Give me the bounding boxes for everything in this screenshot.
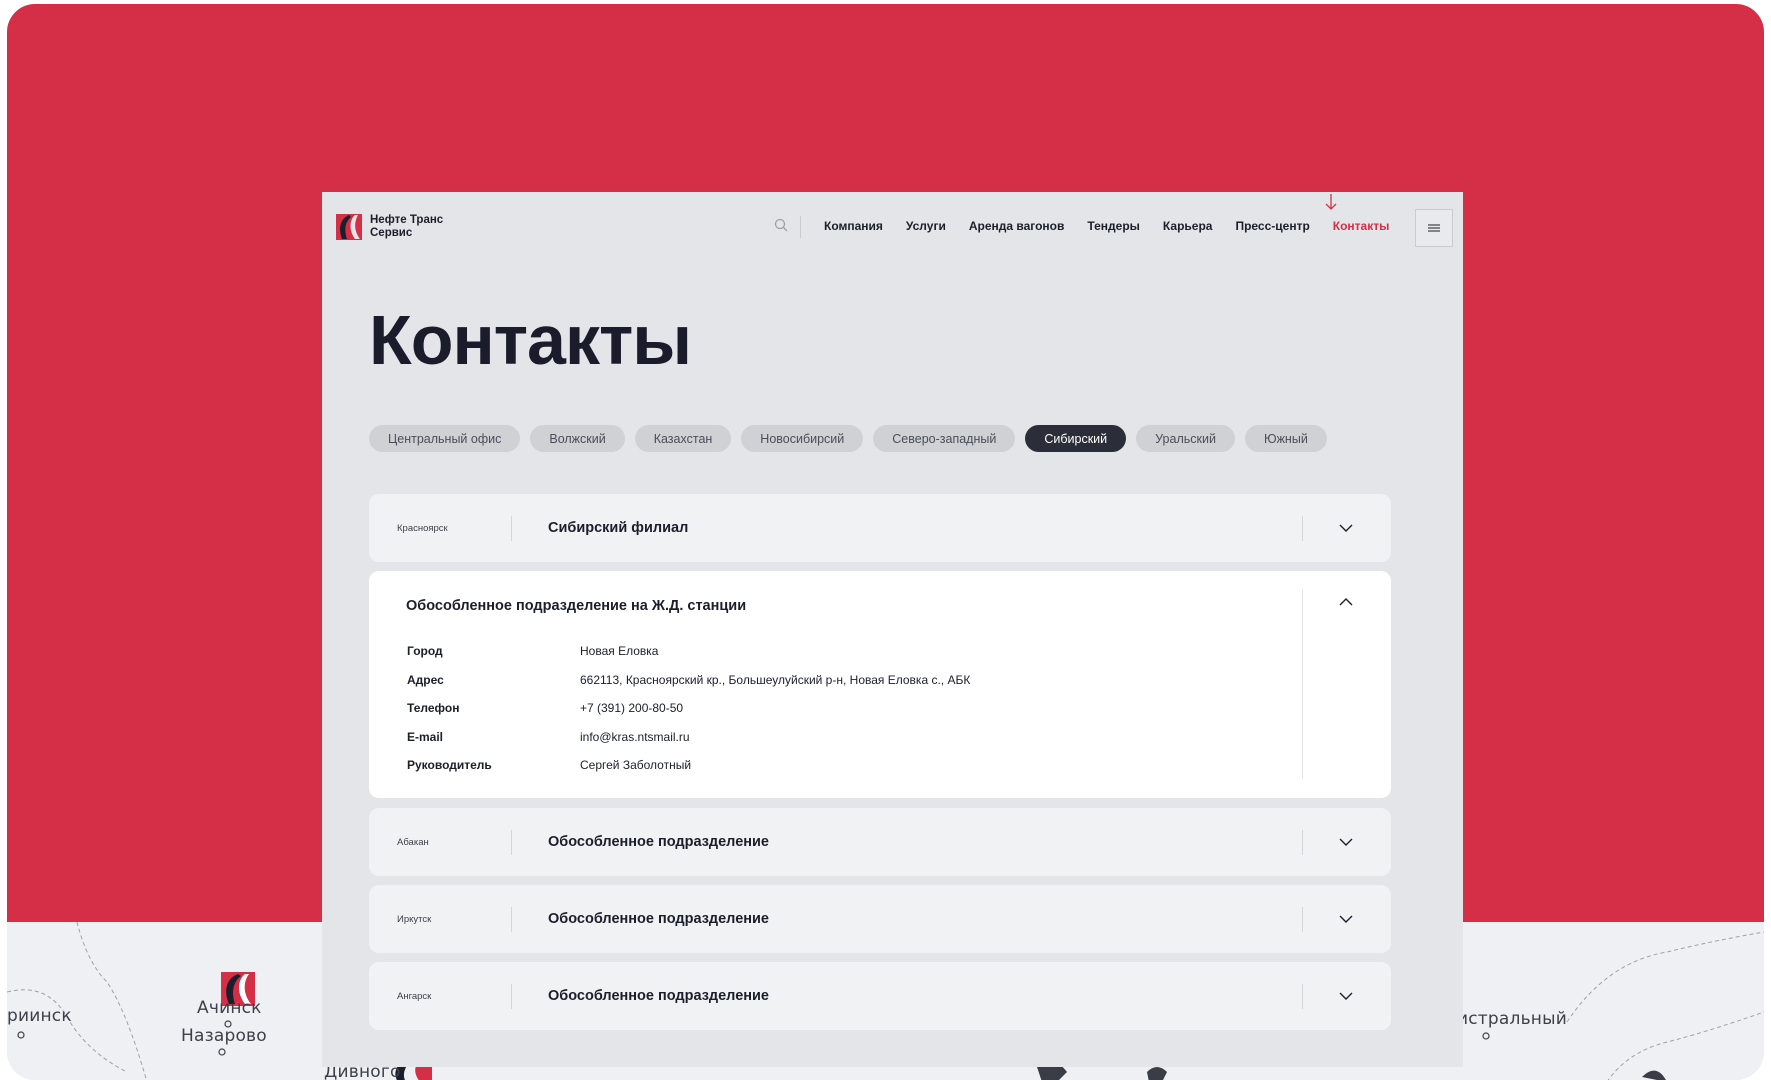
logo-icon — [336, 214, 362, 240]
chevron-down-icon[interactable] — [1338, 911, 1354, 927]
branch-city: Ангарск — [397, 990, 432, 1002]
divider — [1302, 830, 1303, 855]
map-label: Назарово — [181, 1026, 267, 1046]
divider — [511, 984, 512, 1009]
website-page: Нефте Транс Сервис Компания Услуги Аренд… — [322, 192, 1463, 1067]
page-title: Контакты — [369, 301, 692, 379]
divider — [1302, 984, 1303, 1009]
map-label: риинск — [7, 1006, 72, 1026]
detail-label: Руководитель — [407, 758, 492, 772]
header: Нефте Транс Сервис Компания Услуги Аренд… — [322, 192, 1463, 264]
divider — [1302, 907, 1303, 932]
presentation-frame: риинск Ачинск Назарово Дивного истральны… — [7, 4, 1764, 1080]
nav-item-wagon-rent[interactable]: Аренда вагонов — [969, 219, 1065, 233]
branch-name: Обособленное подразделение — [548, 988, 769, 1004]
branch-city: Иркутск — [397, 913, 432, 925]
branch-name: Обособленное подразделение на Ж.Д. станц… — [406, 598, 747, 614]
branch-name: Сибирский филиал — [548, 520, 689, 536]
detail-label: Адрес — [407, 672, 444, 687]
tab-siberian[interactable]: Сибирский — [1025, 425, 1127, 452]
divider — [1302, 516, 1303, 541]
map-label: истральный — [1457, 1009, 1567, 1029]
chevron-down-icon[interactable] — [1338, 520, 1354, 536]
detail-value: 662113, Красноярский кр., Большеулуйский… — [580, 672, 971, 687]
tab-kazakhstan[interactable]: Казахстан — [634, 425, 732, 452]
branch-accordion[interactable]: Иркутск Обособленное подразделение — [369, 885, 1391, 953]
tab-northwest[interactable]: Северо-западный — [873, 425, 1016, 452]
arrow-down-icon — [1325, 194, 1337, 210]
menu-icon — [1428, 224, 1440, 232]
chevron-down-icon[interactable] — [1338, 834, 1354, 850]
branch-accordion[interactable]: Ангарск Обособленное подразделение — [369, 962, 1391, 1030]
logo-text: Нефте Транс Сервис — [370, 214, 444, 239]
tab-volzhsky[interactable]: Волжский — [530, 425, 625, 452]
logo[interactable]: Нефте Транс Сервис — [336, 214, 460, 240]
divider — [511, 907, 512, 932]
nav-item-tenders[interactable]: Тендеры — [1087, 219, 1140, 233]
detail-value[interactable]: info@kras.ntsmail.ru — [580, 730, 690, 744]
detail-label: Город — [407, 644, 443, 658]
nav-item-company[interactable]: Компания — [824, 219, 883, 233]
nav-item-services[interactable]: Услуги — [906, 219, 946, 233]
branch-name: Обособленное подразделение — [548, 834, 769, 850]
divider — [511, 830, 512, 855]
menu-button[interactable] — [1415, 209, 1453, 247]
branch-name: Обособленное подразделение — [548, 911, 769, 927]
branch-accordion[interactable]: Красноярск Сибирский филиал — [369, 494, 1391, 562]
nav-item-press[interactable]: Пресс-центр — [1235, 219, 1309, 233]
region-tabs: Центральный офис Волжский Казахстан Ново… — [369, 425, 1327, 452]
chevron-up-icon[interactable] — [1338, 594, 1354, 610]
tab-novosibirsk[interactable]: Новосибирсий — [741, 425, 864, 452]
nav-divider — [800, 216, 801, 238]
detail-value: Новая Еловка — [580, 644, 659, 658]
branch-city: Абакан — [397, 836, 429, 848]
divider — [511, 516, 512, 541]
chevron-down-icon[interactable] — [1338, 988, 1354, 1004]
branch-city: Красноярск — [397, 522, 448, 534]
main-nav: Компания Услуги Аренда вагонов Тендеры К… — [824, 219, 1389, 233]
nav-item-career[interactable]: Карьера — [1163, 219, 1213, 233]
search-icon[interactable] — [774, 218, 788, 232]
detail-label: Телефон — [407, 701, 460, 715]
detail-value: Сергей Заболотный — [580, 758, 692, 772]
detail-row: Город Новая Еловка — [407, 644, 970, 673]
detail-row: Руководитель Сергей Заболотный — [407, 758, 970, 787]
detail-row: Адрес 662113, Красноярский кр., Большеул… — [407, 673, 970, 702]
divider — [1302, 589, 1303, 779]
detail-value[interactable]: +7 (391) 200-80-50 — [580, 701, 683, 715]
branch-accordion-expanded[interactable]: Обособленное подразделение на Ж.Д. станц… — [369, 571, 1391, 798]
detail-row: Телефон +7 (391) 200-80-50 — [407, 701, 970, 730]
tab-south[interactable]: Южный — [1244, 425, 1327, 452]
branch-details: Город Новая Еловка Адрес 662113, Красноя… — [407, 644, 970, 787]
tab-central-office[interactable]: Центральный офис — [369, 425, 521, 452]
detail-row: E-mail info@kras.ntsmail.ru — [407, 730, 970, 759]
tab-ural[interactable]: Уральский — [1136, 425, 1235, 452]
map-label: Ачинск — [197, 998, 262, 1018]
nav-item-contacts[interactable]: Контакты — [1333, 219, 1390, 233]
branch-accordion[interactable]: Абакан Обособленное подразделение — [369, 808, 1391, 876]
detail-label: E-mail — [407, 729, 444, 744]
